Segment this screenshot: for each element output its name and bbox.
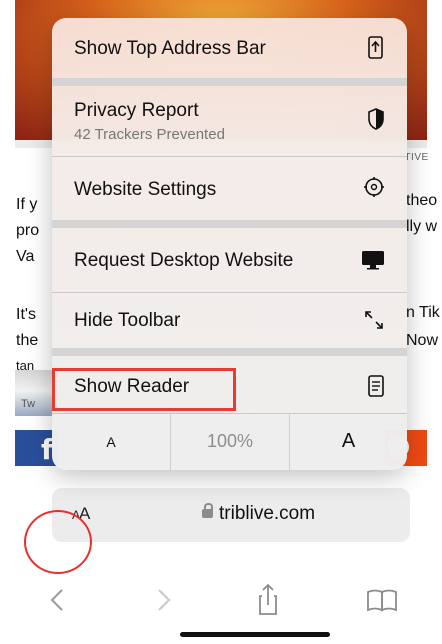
article-text-fragment: the: [16, 332, 39, 349]
bottom-toolbar: [0, 580, 442, 624]
increase-text-size-button[interactable]: A: [290, 413, 407, 470]
monitor-icon: [361, 250, 385, 275]
menu-item-label: Privacy Report: [74, 100, 199, 121]
lock-icon: [202, 503, 213, 518]
menu-item-request-desktop-website[interactable]: Request Desktop Website: [52, 228, 407, 292]
home-indicator: [180, 632, 330, 637]
share-button[interactable]: [248, 580, 288, 620]
menu-separator: [52, 348, 407, 356]
menu-item-website-settings[interactable]: Website Settings: [52, 157, 407, 220]
menu-item-label: Request Desktop Website: [74, 250, 294, 271]
decrease-text-size-button[interactable]: A: [52, 413, 170, 470]
back-button[interactable]: [40, 580, 80, 620]
bookmarks-button[interactable]: [362, 580, 402, 620]
chevron-right-icon: [158, 589, 171, 611]
shield-icon: [367, 108, 385, 135]
menu-item-label: Website Settings: [74, 179, 217, 200]
annotation-circle: [24, 510, 92, 574]
menu-item-label: Hide Toolbar: [74, 310, 181, 331]
address-bar[interactable]: AA triblive.com: [52, 488, 410, 542]
menu-item-show-top-address-bar[interactable]: Show Top Address Bar: [52, 18, 407, 78]
article-text-fragment: If y: [16, 196, 38, 213]
reader-page-icon: [367, 375, 385, 402]
url-display[interactable]: triblive.com: [202, 503, 315, 525]
arrow-up-phone-icon: [367, 36, 385, 65]
book-icon: [367, 589, 397, 612]
gear-arrow-icon: [363, 176, 385, 203]
article-text-fragment: n Tik: [406, 304, 440, 321]
menu-item-sublabel: 42 Trackers Prevented: [74, 126, 225, 143]
chevron-left-icon: [50, 589, 63, 611]
article-text-fragment: theo: [406, 192, 438, 209]
zoom-controls: A 100% A: [52, 413, 407, 470]
thumbnail-text: Tw: [21, 398, 36, 410]
menu-separator: [52, 78, 407, 86]
url-text: triblive.com: [219, 503, 316, 524]
menu-item-label: Show Top Address Bar: [74, 38, 266, 59]
menu-item-privacy-report[interactable]: Privacy Report 42 Trackers Prevented: [52, 86, 407, 156]
article-text-fragment: It's: [16, 306, 36, 323]
expand-arrows-icon: [363, 309, 385, 336]
article-text-fragment: pro: [16, 222, 40, 239]
article-text-fragment: Va: [16, 248, 35, 265]
forward-button[interactable]: [145, 580, 185, 620]
annotation-highlight-box: [52, 368, 236, 411]
menu-item-hide-toolbar[interactable]: Hide Toolbar: [52, 293, 407, 348]
article-text-fragment: lly w: [406, 218, 438, 235]
menu-separator: [52, 220, 407, 228]
article-text-fragment: Now: [406, 332, 439, 349]
facebook-share-button[interactable]: f: [15, 430, 57, 466]
zoom-level[interactable]: 100%: [171, 413, 289, 470]
share-icon: [259, 583, 277, 615]
